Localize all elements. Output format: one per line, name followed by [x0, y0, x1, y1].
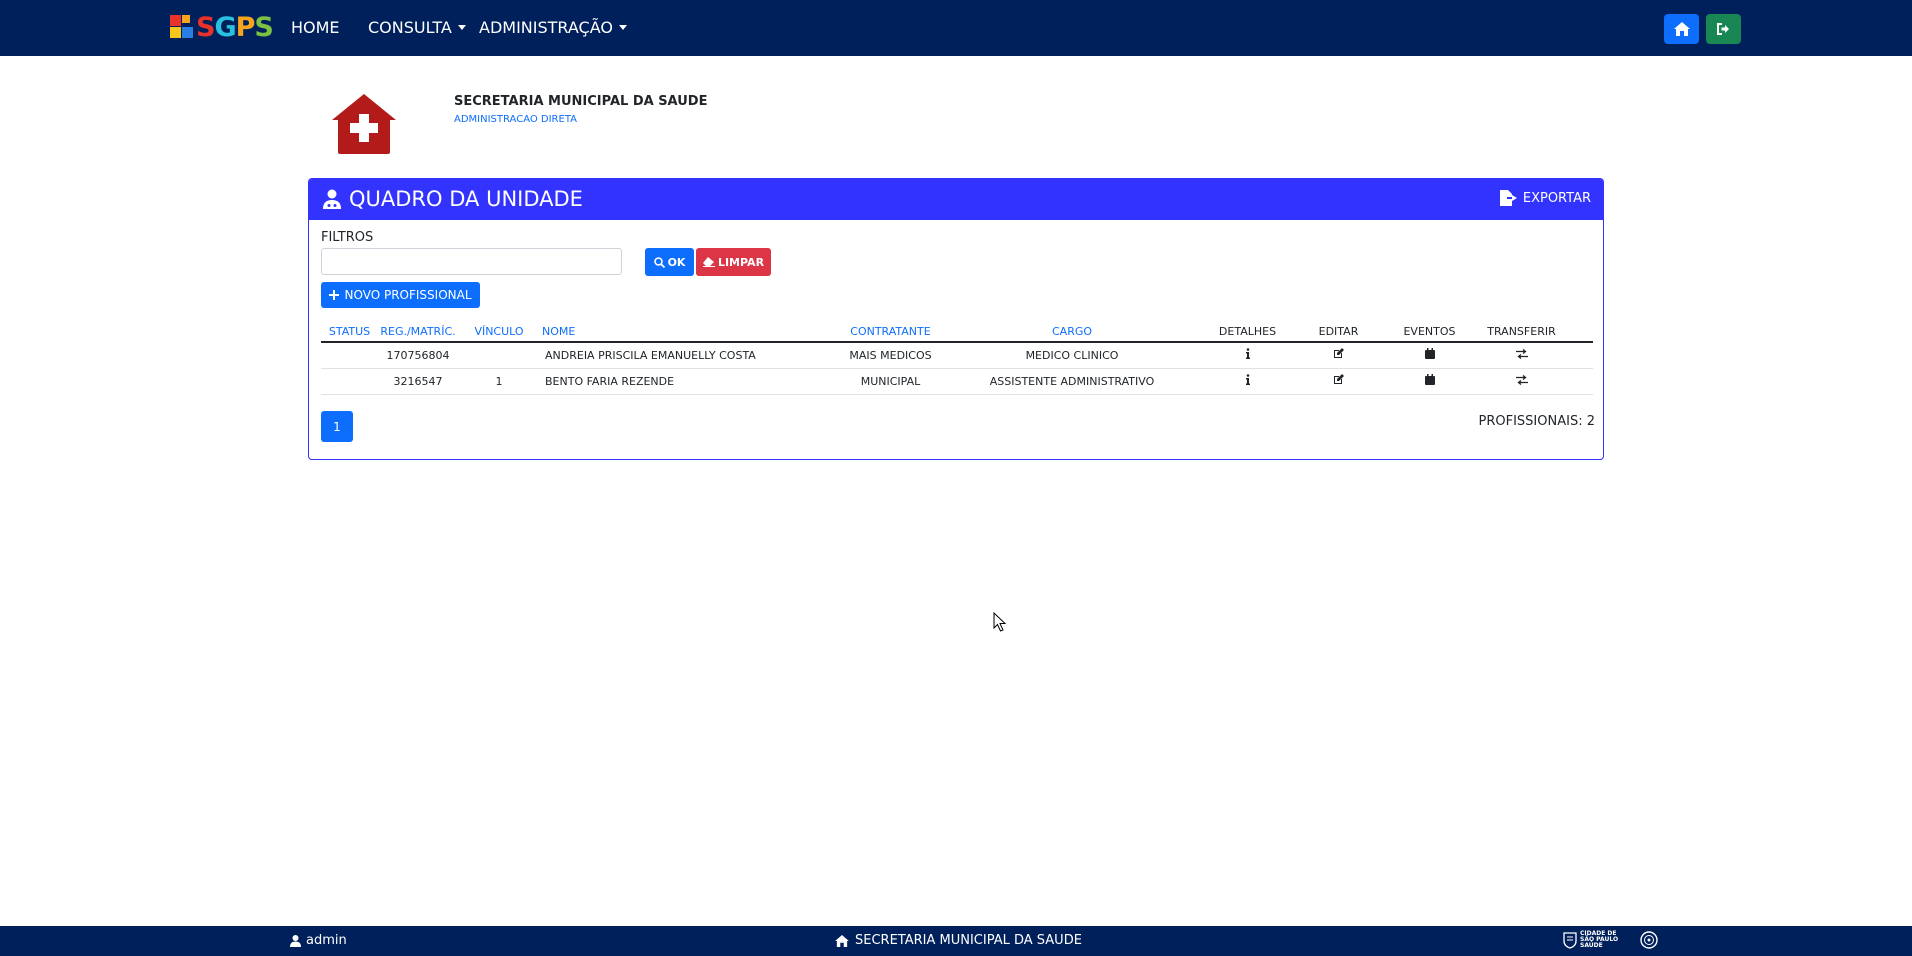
cell-editar: [1293, 368, 1384, 395]
eraser-icon: [702, 257, 715, 267]
table-row: 170756804 ANDREIA PRISCILA EMANUELLY COS…: [321, 342, 1593, 369]
cell-contratante: MUNICIPAL: [839, 368, 942, 395]
col-reg[interactable]: REG./MATRÍC.: [378, 322, 458, 343]
col-transferir: TRANSFERIR: [1475, 322, 1568, 343]
cell-vinculo: [458, 342, 540, 369]
edit-icon[interactable]: [1333, 348, 1344, 362]
cell-vinculo: 1: [458, 368, 540, 395]
table-header-row: STATUS REG./MATRÍC. VÍNCULO NOME CONTRAT…: [321, 322, 1593, 343]
org-name: SECRETARIA MUNICIPAL DA SAUDE: [454, 94, 708, 109]
transfer-icon[interactable]: [1515, 374, 1528, 388]
filter-label: FILTROS: [321, 230, 374, 245]
info-icon[interactable]: [1245, 348, 1251, 362]
card-title: QUADRO DA UNIDADE: [323, 185, 583, 213]
logo-text: SGPS: [196, 12, 274, 43]
cell-detalhes: [1202, 342, 1293, 369]
nav-home[interactable]: HOME: [291, 18, 340, 38]
col-eventos: EVENTOS: [1384, 322, 1475, 343]
professionals-count: PROFISSIONAIS: 2: [1478, 414, 1595, 429]
home-icon: [835, 934, 849, 947]
info-icon[interactable]: [1245, 374, 1251, 388]
cell-transferir: [1475, 368, 1568, 395]
filter-input[interactable]: [321, 248, 622, 275]
cell-contratante: MAIS MEDICOS: [839, 342, 942, 369]
transfer-icon[interactable]: [1515, 348, 1528, 362]
card-header: QUADRO DA UNIDADE EXPORTAR: [309, 179, 1603, 220]
logout-button[interactable]: [1706, 14, 1741, 44]
plus-icon: [329, 290, 340, 300]
nav-administracao-dropdown[interactable]: ADMINISTRAÇÃO: [479, 18, 627, 38]
city-seal-icon: [1640, 931, 1658, 949]
cell-eventos: [1384, 342, 1475, 369]
footer-org: SECRETARIA MUNICIPAL DA SAUDE: [835, 933, 1082, 948]
pagination-page-1[interactable]: 1: [321, 411, 353, 442]
city-crest-icon: [1563, 932, 1577, 949]
cell-status: [321, 368, 378, 395]
col-editar: EDITAR: [1293, 322, 1384, 343]
export-button[interactable]: EXPORTAR: [1499, 190, 1591, 206]
cell-detalhes: [1202, 368, 1293, 395]
mouse-cursor-icon: [993, 611, 1007, 636]
col-contratante[interactable]: CONTRATANTE: [839, 322, 942, 343]
logo-mark-icon: [170, 15, 194, 41]
cell-status: [321, 342, 378, 369]
cell-editar: [1293, 342, 1384, 369]
home-icon: [1673, 22, 1690, 36]
col-status[interactable]: STATUS: [321, 322, 378, 343]
calendar-icon[interactable]: [1424, 348, 1435, 362]
cell-nome: ANDREIA PRISCILA EMANUELLY COSTA: [540, 342, 839, 369]
health-house-icon: [330, 92, 398, 154]
footer-user: admin: [290, 933, 347, 948]
cell-eventos: [1384, 368, 1475, 395]
footer-bar: admin SECRETARIA MUNICIPAL DA SAUDE CIDA…: [0, 926, 1912, 956]
cell-spacer: [1568, 368, 1593, 395]
user-doctor-icon: [323, 189, 341, 209]
col-spacer: [1568, 322, 1593, 343]
logout-icon: [1716, 23, 1729, 35]
cell-nome: BENTO FARIA REZENDE: [540, 368, 839, 395]
new-professional-button[interactable]: NOVO PROFISSIONAL: [321, 282, 480, 308]
app-logo[interactable]: SGPS: [170, 12, 274, 43]
cell-spacer: [1568, 342, 1593, 369]
file-export-icon: [1499, 190, 1517, 206]
org-subtitle: ADMINISTRACAO DIRETA: [454, 114, 577, 125]
nav-consulta-dropdown[interactable]: CONSULTA: [368, 18, 466, 38]
col-detalhes: DETALHES: [1202, 322, 1293, 343]
col-nome[interactable]: NOME: [540, 322, 839, 343]
edit-icon[interactable]: [1333, 374, 1344, 388]
user-icon: [290, 934, 301, 947]
cell-reg: 3216547: [378, 368, 458, 395]
unit-staff-card: QUADRO DA UNIDADE EXPORTAR FILTROS OK LI…: [308, 178, 1604, 460]
cell-cargo: ASSISTENTE ADMINISTRATIVO: [942, 368, 1202, 395]
calendar-icon[interactable]: [1424, 374, 1435, 388]
cell-cargo: MEDICO CLINICO: [942, 342, 1202, 369]
search-icon: [653, 256, 665, 268]
caret-down-icon: [457, 25, 466, 30]
cell-transferir: [1475, 342, 1568, 369]
clear-button[interactable]: LIMPAR: [696, 248, 771, 276]
col-cargo[interactable]: CARGO: [942, 322, 1202, 343]
caret-down-icon: [618, 25, 627, 30]
home-button[interactable]: [1664, 14, 1699, 44]
ok-button[interactable]: OK: [645, 248, 694, 276]
top-navbar: SGPS HOME CONSULTA ADMINISTRAÇÃO: [0, 0, 1912, 56]
cell-reg: 170756804: [378, 342, 458, 369]
col-vinculo[interactable]: VÍNCULO: [458, 322, 540, 343]
staff-table: STATUS REG./MATRÍC. VÍNCULO NOME CONTRAT…: [321, 322, 1593, 395]
table-row: 3216547 1 BENTO FARIA REZENDE MUNICIPAL …: [321, 368, 1593, 395]
city-logo: CIDADE DE SÃO PAULO SAÚDE: [1563, 931, 1658, 949]
